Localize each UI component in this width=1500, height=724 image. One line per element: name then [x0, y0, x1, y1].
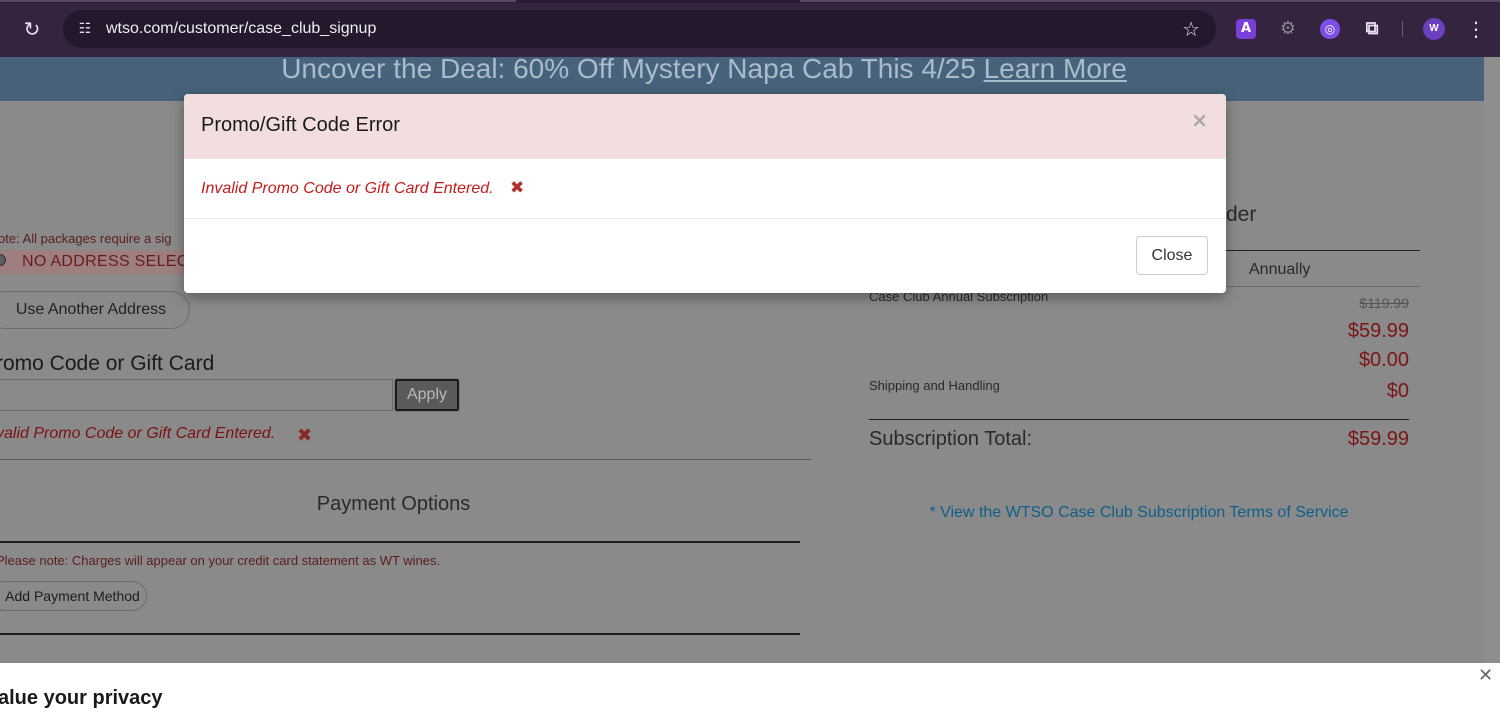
browser-toolbar: ↻ ☷ wtso.com/customer/case_club_signup ☆…: [0, 0, 1500, 57]
divider: [0, 633, 800, 635]
modal-error-message: Invalid Promo Code or Gift Card Entered.: [201, 180, 494, 197]
frequency-label: Annually: [1249, 261, 1311, 278]
url-text[interactable]: wtso.com/customer/case_club_signup: [106, 20, 376, 38]
divider: [184, 218, 1226, 219]
sale-price: $59.99: [1347, 320, 1409, 342]
signature-note: ote: All packages require a sig: [0, 231, 172, 246]
address-status: NO ADDRESS SELEC: [22, 253, 189, 270]
terms-of-service-link[interactable]: * View the WTSO Case Club Subscription T…: [869, 504, 1409, 522]
modal-header: Promo/Gift Code Error ×: [184, 94, 1226, 159]
extension-robot-icon[interactable]: ⚙: [1278, 19, 1298, 39]
promo-code-label: romo Code or Gift Card: [0, 352, 215, 375]
tab[interactable]: [0, 0, 516, 2]
divider: [869, 419, 1409, 420]
original-price: $119.99: [1359, 295, 1409, 311]
tab-strip: [0, 0, 1500, 3]
use-another-address-button[interactable]: Use Another Address: [0, 291, 190, 329]
order-summary-title: der: [1226, 203, 1257, 226]
menu-kebab-icon[interactable]: ⋮: [1466, 17, 1486, 41]
profile-avatar[interactable]: W: [1423, 18, 1445, 40]
modal-title: Promo/Gift Code Error: [201, 114, 400, 136]
star-icon[interactable]: ☆: [1182, 17, 1200, 41]
add-payment-method-button[interactable]: Add Payment Method: [0, 581, 147, 611]
toolbar-divider: [1402, 21, 1403, 37]
apply-button[interactable]: Apply: [394, 378, 460, 412]
divider: [0, 541, 800, 543]
promo-banner-message: Uncover the Deal: 60% Off Mystery Napa C…: [281, 57, 984, 84]
promo-error-text: valid Promo Code or Gift Card Entered.: [0, 425, 276, 442]
learn-more-link[interactable]: Learn More: [984, 57, 1127, 84]
address-bar[interactable]: ☷ wtso.com/customer/case_club_signup ☆: [63, 10, 1216, 48]
privacy-title: alue your privacy: [0, 687, 163, 709]
close-button[interactable]: Close: [1136, 236, 1208, 275]
shipping-label: Shipping and Handling: [869, 378, 1000, 393]
discount-value: $0.00: [1358, 349, 1409, 371]
shipping-value: $0: [1386, 380, 1409, 402]
close-icon[interactable]: ×: [1191, 108, 1208, 132]
payment-options-title: Payment Options: [316, 493, 471, 515]
extension-swirl-icon[interactable]: ◎: [1320, 19, 1340, 39]
site-info-icon[interactable]: ☷: [75, 19, 95, 39]
extension-a-icon[interactable]: A: [1236, 19, 1256, 39]
total-value: $59.99: [1347, 428, 1409, 450]
promo-code-input[interactable]: [0, 379, 393, 411]
divider: [0, 459, 811, 460]
close-icon[interactable]: ✕: [1478, 665, 1493, 686]
payment-note: Please note: Charges will appear on your…: [0, 553, 441, 568]
promo-error-modal: Promo/Gift Code Error × Invalid Promo Co…: [184, 94, 1226, 293]
promo-banner-text: Uncover the Deal: 60% Off Mystery Napa C…: [0, 57, 1408, 84]
extensions-puzzle-icon[interactable]: ⧉: [1362, 19, 1382, 39]
privacy-banner: alue your privacy ✕: [0, 663, 1500, 724]
page-scrollbar[interactable]: [1484, 57, 1500, 663]
reload-icon[interactable]: ↻: [20, 17, 44, 41]
error-x-icon: ✖: [297, 425, 313, 446]
error-x-icon: ✖: [510, 178, 525, 198]
tab[interactable]: [800, 0, 1500, 2]
total-label: Subscription Total:: [869, 428, 1033, 450]
